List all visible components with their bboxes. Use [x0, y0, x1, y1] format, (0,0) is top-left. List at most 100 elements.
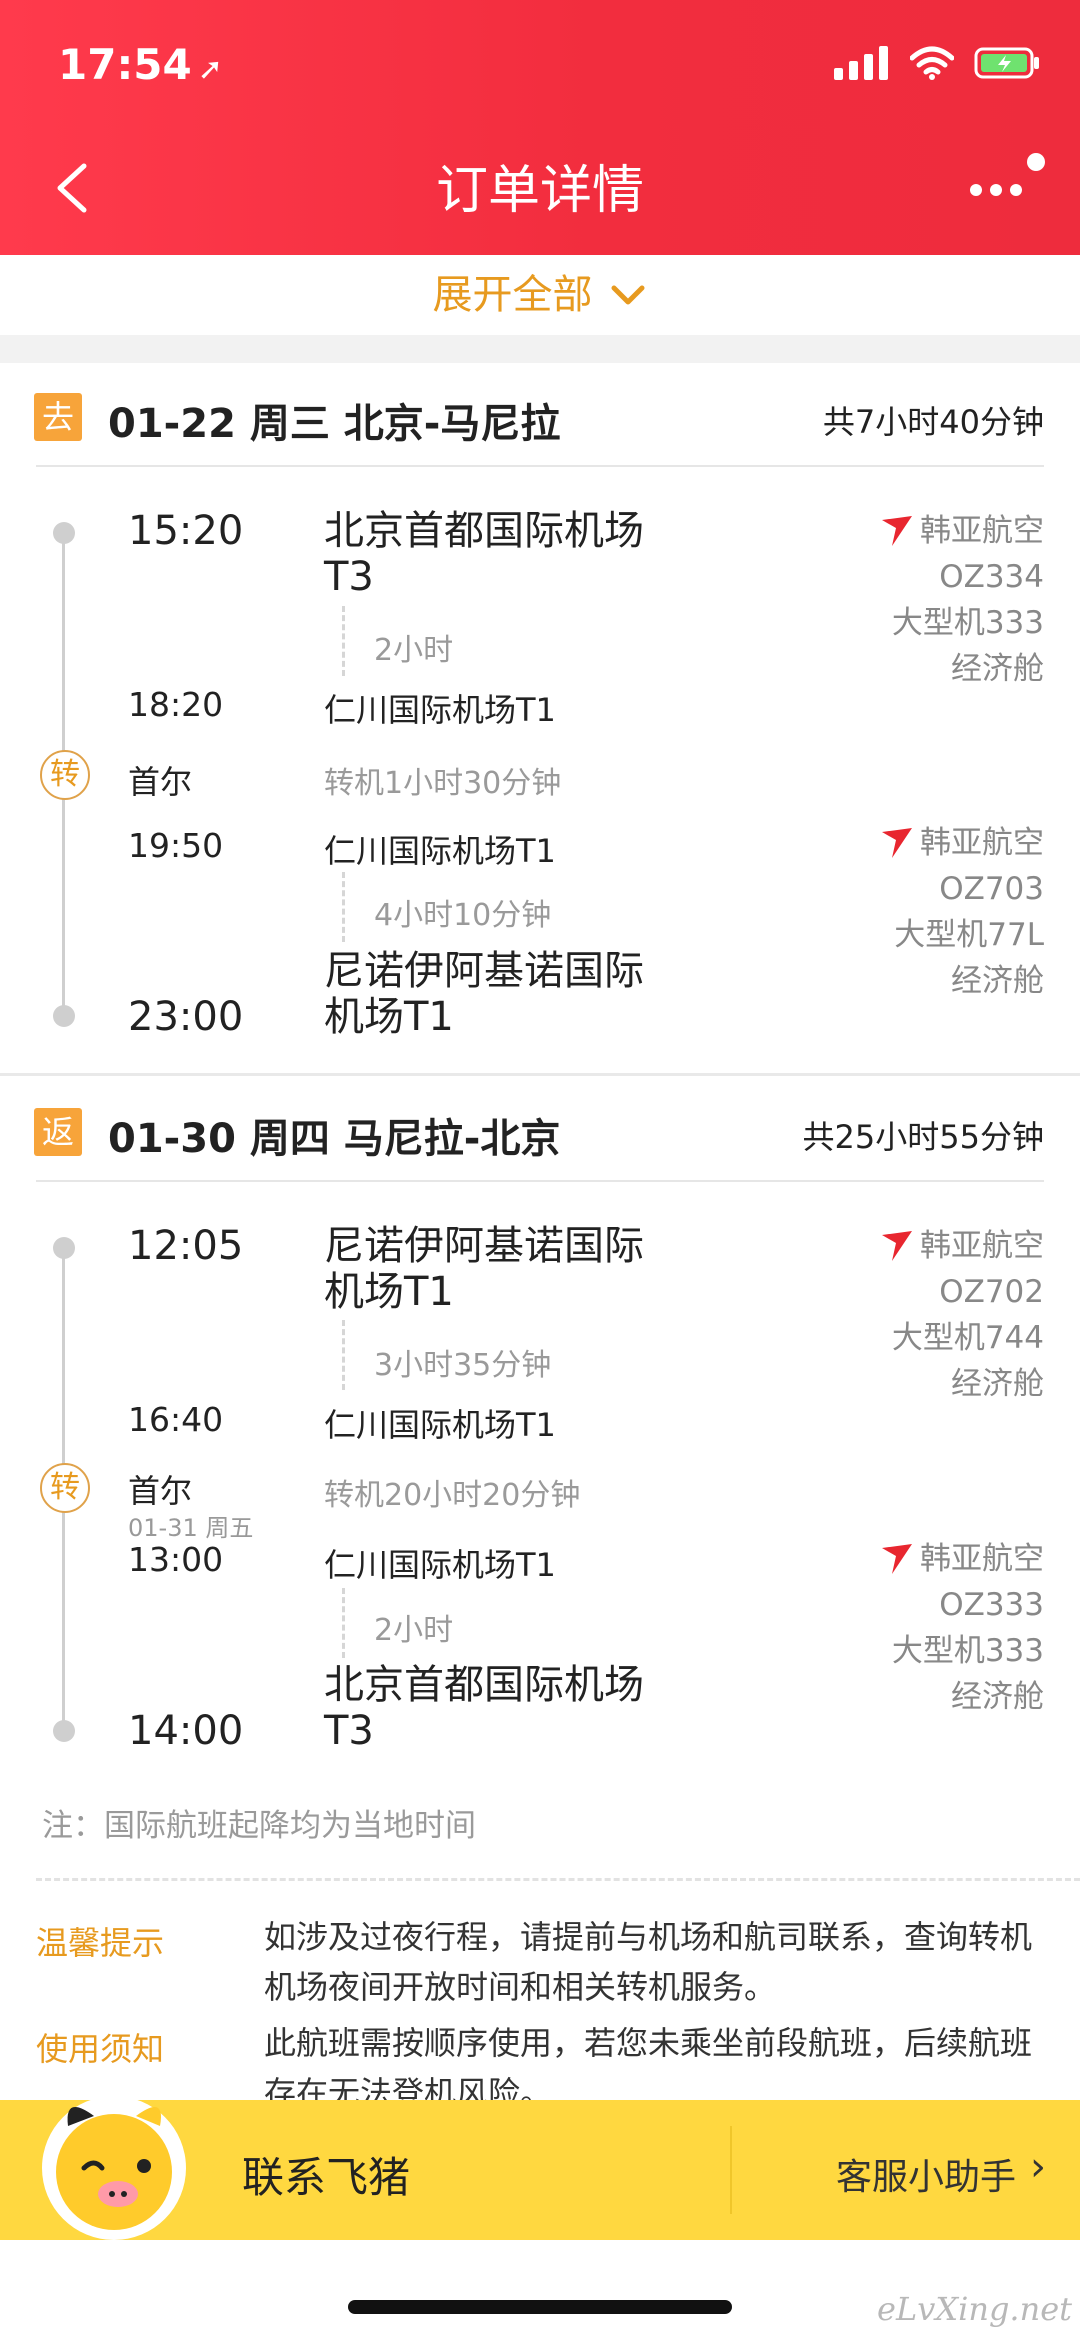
- return-title: 01-30 周四 马尼拉-北京: [108, 1116, 561, 1162]
- flight-number: OZ334: [939, 559, 1044, 595]
- outbound-total-duration: 共7小时40分钟: [822, 403, 1044, 441]
- battery-icon: [974, 47, 1039, 79]
- departure-time: 19:50: [128, 826, 224, 865]
- arrival-time: 16:40: [128, 1400, 224, 1439]
- wifi-icon: [910, 46, 954, 80]
- divider: [36, 1180, 1044, 1182]
- chevron-down-icon: [611, 285, 645, 305]
- flight-duration: 4小时10分钟: [374, 898, 552, 933]
- departure-airport-line2: 机场T1: [324, 1269, 454, 1315]
- flight-info: 韩亚航空 OZ703 大型机77L 经济舱: [878, 820, 1044, 1004]
- flight-duration: 2小时: [374, 633, 454, 668]
- contact-bar: 联系飞猪 客服小助手 ›: [0, 2096, 1080, 2240]
- arrival-airport: 仁川国际机场T1: [324, 691, 556, 729]
- header-bar: 17:54 ➚ 订单详情: [0, 0, 1080, 255]
- airline-name: 韩亚航空: [920, 825, 1044, 861]
- arrival-time: 14:00: [128, 1708, 244, 1754]
- flight-info: 韩亚航空 OZ334 大型机333 经济舱: [878, 508, 1044, 692]
- flight-duration-line: [342, 1320, 345, 1390]
- arrival-airport-line2: 机场T1: [324, 994, 454, 1040]
- chevron-right-icon: ›: [1030, 2144, 1046, 2190]
- tip-text-reminder: 如涉及过夜行程，请提前与机场和航司联系，查询转机机场夜间开放时间和相关转机服务。: [264, 1918, 1033, 2006]
- outbound-header: 去 01-22 周三 北京-马尼拉 共7小时40分钟: [0, 363, 1080, 463]
- aircraft-type: 大型机77L: [894, 917, 1044, 953]
- arrival-airport-line1: 尼诺伊阿基诺国际: [324, 948, 644, 994]
- flight-number: OZ333: [939, 1587, 1044, 1623]
- flight-duration: 3小时35分钟: [374, 1348, 552, 1383]
- airline-name: 韩亚航空: [920, 1228, 1044, 1264]
- aircraft-type: 大型机333: [891, 1633, 1044, 1669]
- asiana-logo-icon: [882, 828, 912, 858]
- expand-all-label: 展开全部: [432, 272, 593, 318]
- home-indicator[interactable]: [348, 2300, 732, 2314]
- airline-row: 韩亚航空: [878, 1536, 1044, 1582]
- arrival-airport: 北京首都国际机场 T3: [324, 1662, 644, 1754]
- outbound-tag: 去: [34, 393, 82, 441]
- watermark: eLvXing.net: [877, 2290, 1072, 2328]
- return-total-duration: 共25小时55分钟: [802, 1118, 1044, 1156]
- flight-duration-line: [342, 872, 345, 942]
- departure-airport: 北京首都国际机场 T3: [324, 508, 644, 600]
- departure-airport-line1: 尼诺伊阿基诺国际: [324, 1223, 644, 1269]
- airline-name: 韩亚航空: [920, 513, 1044, 549]
- departure-time: 15:20: [128, 508, 244, 554]
- flight-info: 韩亚航空 OZ333 大型机333 经济舱: [878, 1536, 1044, 1720]
- transfer-badge: 转: [40, 1463, 90, 1513]
- transfer-city: 首尔: [128, 1472, 193, 1510]
- departure-airport: 仁川国际机场T1: [324, 1546, 556, 1584]
- timeline-dot: [53, 1720, 75, 1742]
- location-arrow-icon: ➚: [197, 52, 223, 87]
- transfer-city: 首尔: [128, 763, 193, 801]
- timeline-dot: [53, 1005, 75, 1027]
- divider: [36, 465, 1044, 467]
- arrival-airport-line2: T3: [324, 1708, 374, 1754]
- layover-duration: 转机1小时30分钟: [324, 766, 562, 801]
- layover-duration: 转机20小时20分钟: [324, 1478, 581, 1513]
- arrival-airport: 尼诺伊阿基诺国际 机场T1: [324, 948, 644, 1040]
- tip-label-reminder: 温馨提示: [36, 1924, 165, 1962]
- transfer-date: 01-31 周五: [128, 1514, 254, 1542]
- transfer-badge: 转: [40, 750, 90, 800]
- page-title: 订单详情: [435, 161, 644, 221]
- airline-row: 韩亚航空: [878, 1223, 1044, 1269]
- flight-number: OZ702: [939, 1274, 1044, 1310]
- aircraft-type: 大型机333: [891, 605, 1044, 641]
- timeline-dot: [53, 522, 75, 544]
- arrival-airport: 仁川国际机场T1: [324, 1406, 556, 1444]
- customer-service-button[interactable]: 客服小助手 ›: [730, 2100, 1080, 2240]
- departure-time: 13:00: [128, 1540, 224, 1579]
- asiana-logo-icon: [882, 516, 912, 546]
- arrival-time: 18:20: [128, 685, 224, 724]
- airline-name: 韩亚航空: [920, 1541, 1044, 1577]
- contact-fliggy-button[interactable]: 联系飞猪: [0, 2096, 730, 2240]
- more-button[interactable]: [966, 150, 1046, 210]
- expand-all-button[interactable]: 展开全部: [0, 255, 1080, 335]
- departure-airport-line2: T3: [324, 554, 374, 600]
- assistant-label: 客服小助手: [835, 2157, 1016, 2198]
- status-icons: [834, 46, 1040, 80]
- timeline-dot: [53, 1237, 75, 1259]
- arrival-time: 23:00: [128, 994, 244, 1040]
- flight-duration-line: [342, 606, 345, 676]
- contact-title: 联系飞猪: [242, 2153, 411, 2202]
- flight-info: 韩亚航空 OZ702 大型机744 经济舱: [878, 1223, 1044, 1407]
- flight-duration-line: [342, 1588, 345, 1658]
- asiana-logo-icon: [882, 1231, 912, 1261]
- cabin-class: 经济舱: [951, 1679, 1044, 1715]
- departure-airport: 尼诺伊阿基诺国际 机场T1: [324, 1223, 644, 1315]
- tip-label-usage: 使用须知: [36, 2030, 165, 2068]
- segment-divider: [0, 1073, 1080, 1076]
- flight-number: OZ703: [939, 871, 1044, 907]
- departure-airport-line1: 北京首都国际机场: [324, 508, 644, 554]
- arrival-airport-line1: 北京首都国际机场: [324, 1662, 644, 1708]
- fliggy-mascot-icon: [42, 2096, 186, 2240]
- status-time: 17:54 ➚: [58, 40, 223, 89]
- cabin-class: 经济舱: [951, 1366, 1044, 1402]
- departure-time: 12:05: [128, 1223, 244, 1269]
- dashed-divider: [36, 1878, 1080, 1881]
- aircraft-type: 大型机744: [891, 1320, 1044, 1356]
- local-time-note: 注：国际航班起降均为当地时间: [42, 1808, 476, 1844]
- asiana-logo-icon: [882, 1544, 912, 1574]
- airline-row: 韩亚航空: [878, 508, 1044, 554]
- cabin-class: 经济舱: [951, 651, 1044, 687]
